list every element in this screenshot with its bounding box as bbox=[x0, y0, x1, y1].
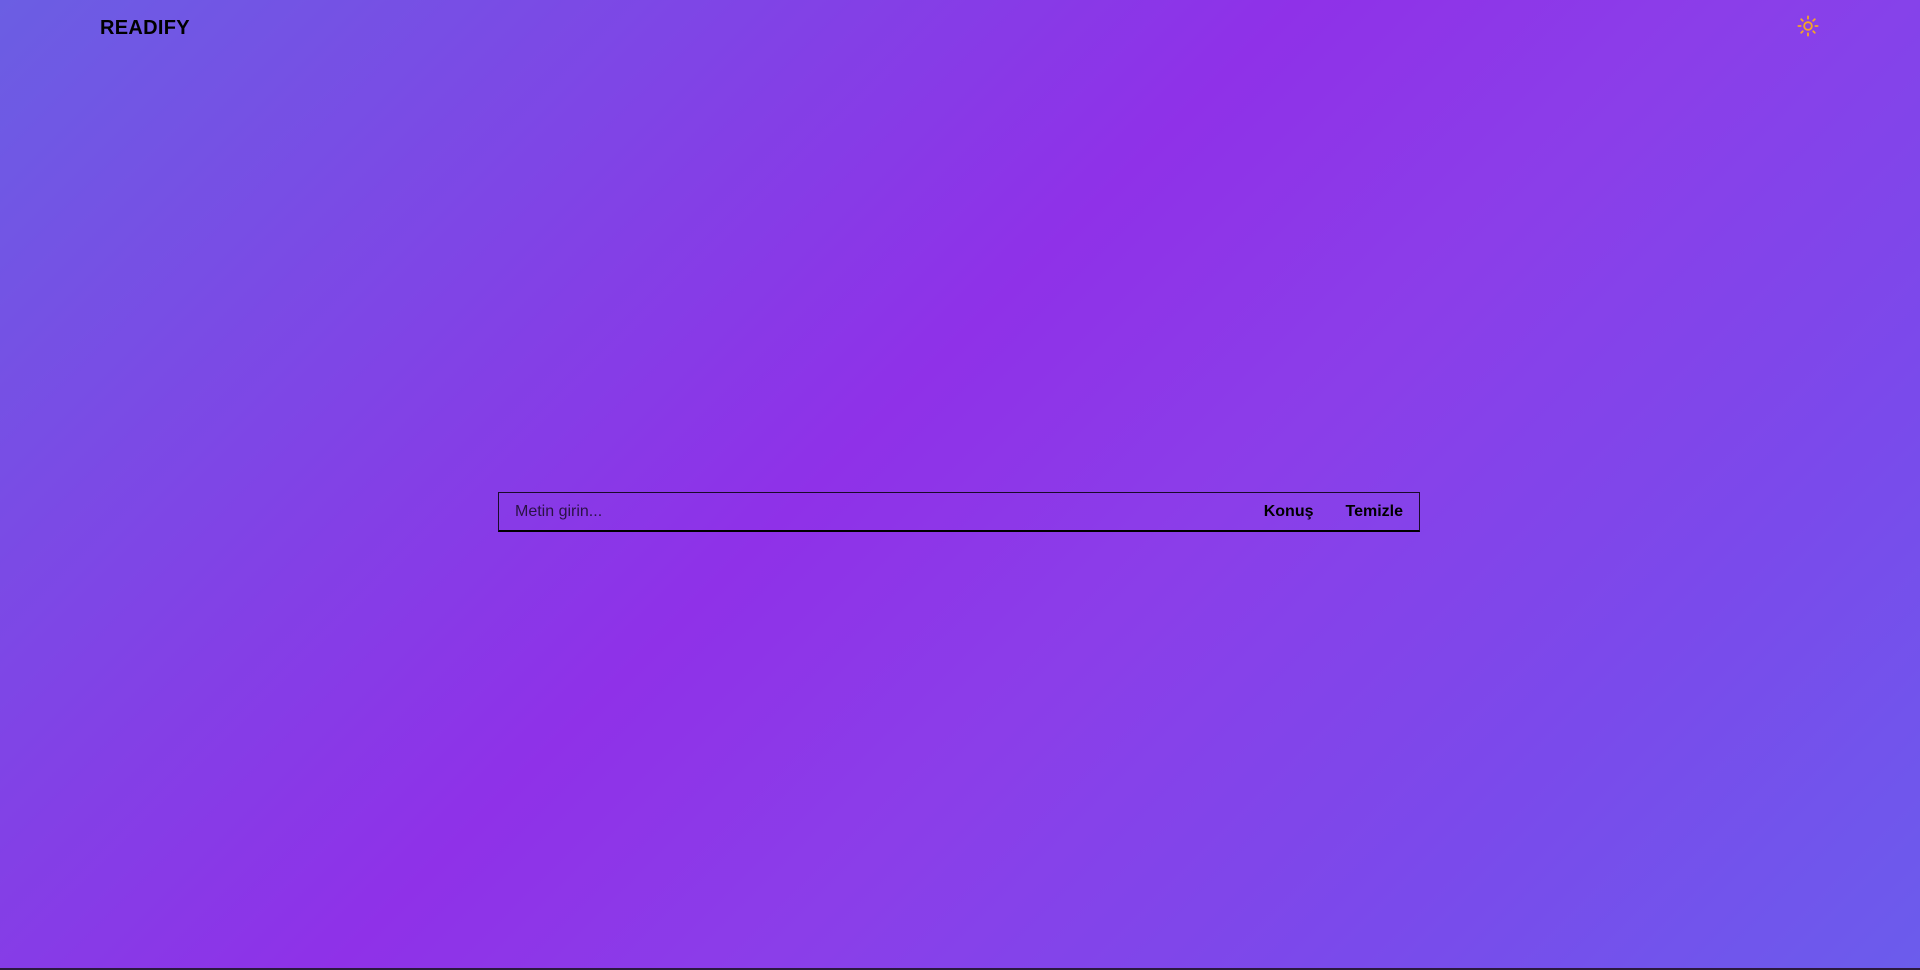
brand-logo[interactable]: READIFY bbox=[100, 17, 190, 40]
header: READIFY bbox=[0, 0, 1920, 56]
theme-toggle-button[interactable] bbox=[1796, 14, 1820, 42]
text-input-bar: Konuş Temizle bbox=[498, 492, 1420, 532]
text-input[interactable] bbox=[499, 493, 1248, 530]
speak-button[interactable]: Konuş bbox=[1248, 493, 1330, 530]
clear-button[interactable]: Temizle bbox=[1330, 493, 1420, 530]
sun-icon bbox=[1797, 14, 1819, 42]
